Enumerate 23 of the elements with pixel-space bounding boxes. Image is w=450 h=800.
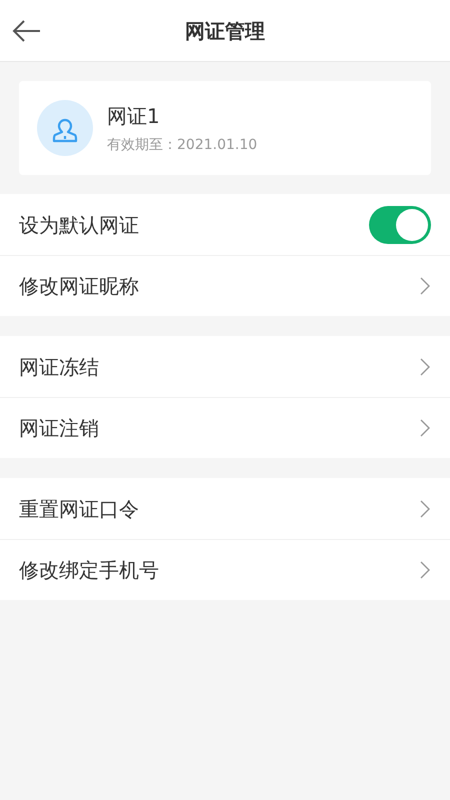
chevron-icon xyxy=(420,358,430,376)
expiry-date: 有效期至：2021.01.10 xyxy=(107,136,258,154)
user-icon xyxy=(37,100,93,156)
chevron-icon xyxy=(420,500,430,518)
row-label: 修改绑定手机号 xyxy=(19,557,159,584)
toggle-switch[interactable] xyxy=(369,206,431,244)
credential-name: 网证1 xyxy=(107,102,161,130)
settings-row[interactable]: 设为默认网证 xyxy=(0,194,450,255)
settings-row[interactable]: 网证注销 xyxy=(0,397,450,458)
settings-row[interactable]: 网证冻结 xyxy=(0,336,450,397)
row-label: 设为默认网证 xyxy=(19,212,139,238)
row-label: 修改网证昵称 xyxy=(19,273,139,300)
chevron-icon xyxy=(420,561,430,579)
row-label: 重置网证口令 xyxy=(19,496,139,522)
page-title: 网证管理 xyxy=(185,18,265,44)
row-label: 网证注销 xyxy=(19,415,99,442)
settings-row[interactable]: 重置网证口令 xyxy=(0,478,450,539)
settings-row[interactable]: 修改绑定手机号 xyxy=(0,539,450,600)
chevron-icon xyxy=(420,277,430,295)
settings-row[interactable]: 修改网证昵称 xyxy=(0,255,450,316)
back-icon[interactable] xyxy=(12,19,42,43)
row-label: 网证冻结 xyxy=(19,354,99,380)
chevron-icon xyxy=(420,419,430,437)
